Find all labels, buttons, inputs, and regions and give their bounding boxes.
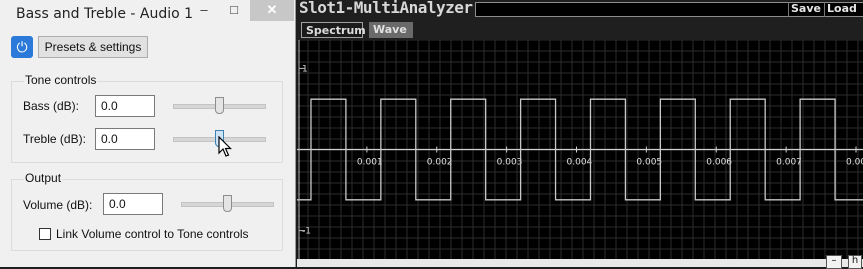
tab-spectrum[interactable]: Spectrum [301,22,366,38]
x-tick-label: 0.004 [567,158,593,168]
treble-label: Treble (dB): [23,132,86,146]
waveform-chart: 1 -1 0.001 0.002 0.003 0.004 0.005 0.006 0.007 0.… [297,40,863,259]
bass-treble-dialog: Bass and Treble - Audio 1 – □ ✕ ⏻ Preset… [0,0,296,267]
mouse-pointer-icon [218,136,232,157]
x-tick-label: 0.005 [636,158,662,168]
y-tick-label: -1 [302,227,311,237]
analyzer-title: Slot1-MultiAnalyzer [299,0,473,17]
window-title: Bass and Treble - Audio 1 [16,6,194,22]
volume-input[interactable]: 0.0 [103,193,163,215]
maximize-button[interactable]: □ [220,0,248,21]
analyzer-bottom-bar [297,259,863,267]
link-volume-checkbox[interactable] [39,228,51,240]
title-bar[interactable]: Bass and Treble - Audio 1 – □ ✕ [0,0,295,28]
multi-analyzer-panel: Slot1-MultiAnalyzer Save Load Spectrum W… [297,0,863,269]
x-tick-label: 0.002 [427,158,453,168]
y-tick-label: 1 [302,64,308,74]
bass-label: Bass (dB): [23,99,80,113]
presets-settings-button[interactable]: Presets & settings [38,36,148,58]
bass-slider-thumb[interactable] [214,97,224,114]
tab-wave[interactable]: Wave [369,22,413,38]
tone-controls-label: Tone controls [24,73,98,87]
load-button[interactable]: Load [824,2,859,17]
minimize-button[interactable]: – [190,0,218,21]
volume-label: Volume (dB): [23,198,93,212]
x-tick-label: 0.007 [776,158,802,168]
treble-input[interactable]: 0.0 [95,128,155,150]
link-volume-label: Link Volume control to Tone controls [56,227,249,241]
bass-input[interactable]: 0.0 [95,95,155,117]
power-icon[interactable]: ⏻ [11,36,33,58]
x-tick-label: 0.001 [357,158,383,168]
volume-slider-thumb[interactable] [222,195,232,212]
close-button[interactable]: ✕ [250,0,294,21]
save-button[interactable]: Save [788,2,823,17]
waveform-plot: 1 -1 0.001 0.002 0.003 0.004 0.005 0.006 0.007 0.… [297,40,863,259]
x-tick-label: 0.003 [497,158,523,168]
tone-controls-group: Tone controls [11,73,283,163]
x-tick-label: 0.006 [706,158,732,168]
x-tick-label: 0.008 [846,158,863,168]
output-label: Output [24,171,63,185]
